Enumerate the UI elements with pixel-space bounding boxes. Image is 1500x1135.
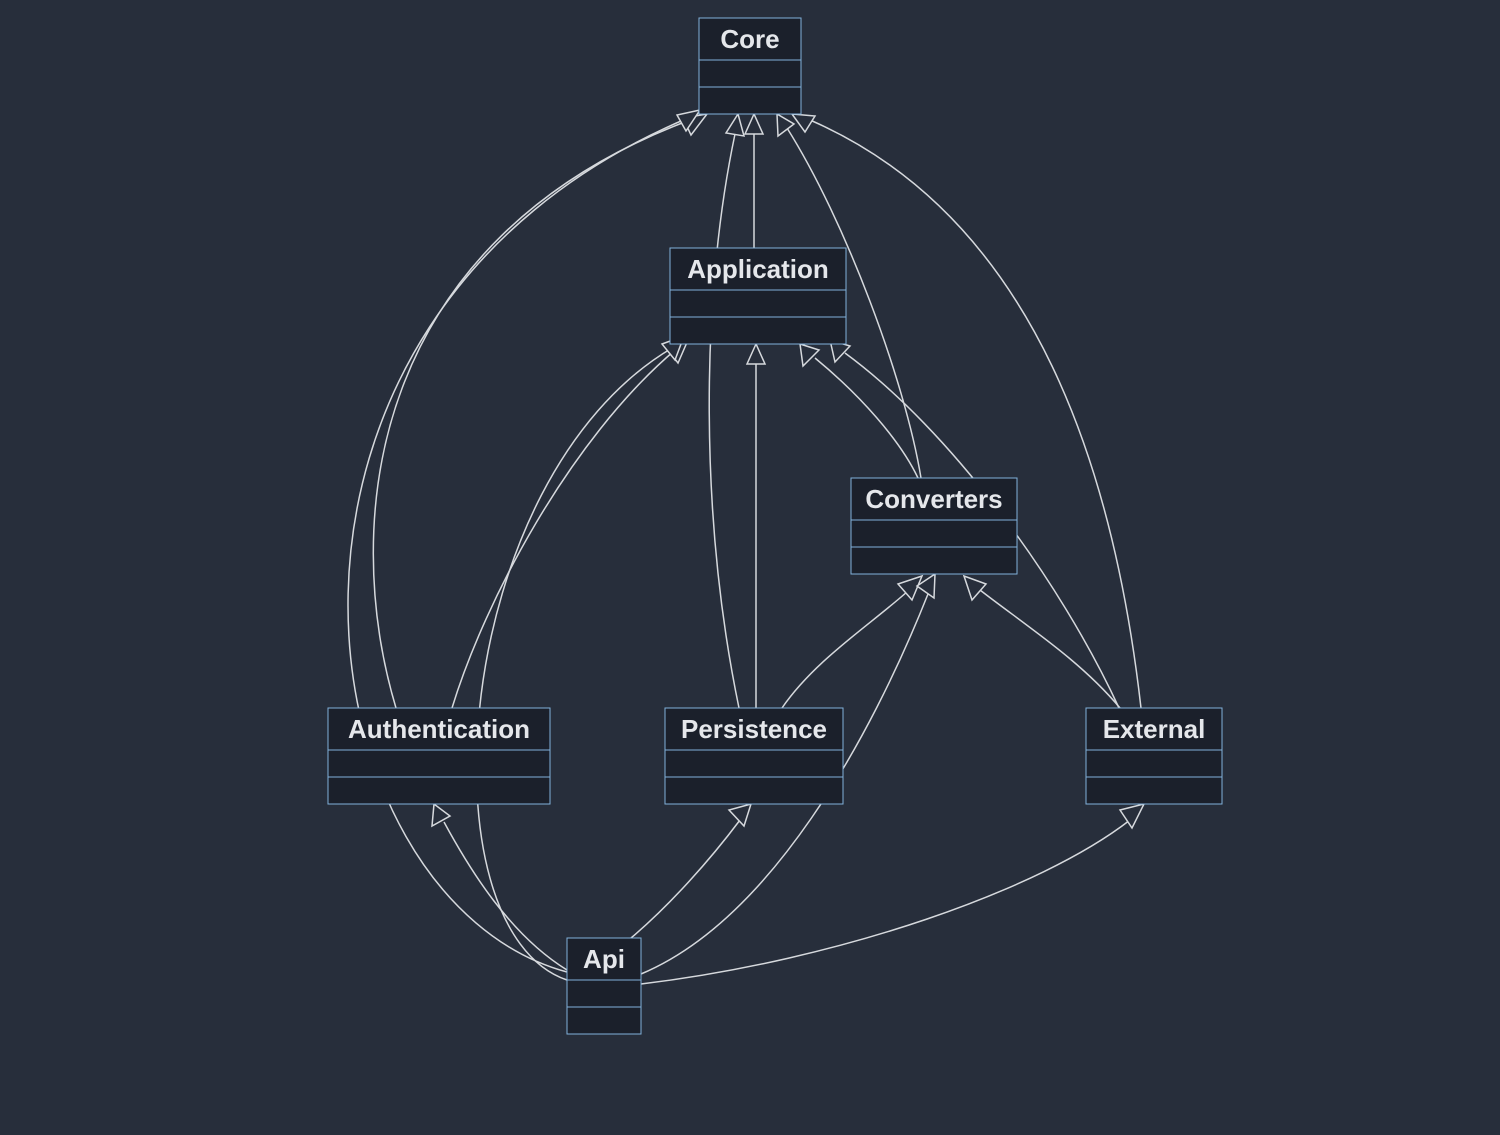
node-authentication-label: Authentication: [348, 714, 530, 744]
node-persistence: Persistence: [665, 708, 843, 804]
arrowhead-icon: [792, 114, 815, 132]
edge-converters-application: [815, 358, 918, 478]
node-api-label: Api: [583, 944, 625, 974]
node-api: Api: [567, 938, 641, 1034]
node-core: Core: [699, 18, 801, 114]
edge-external-converters: [980, 590, 1120, 708]
node-core-label: Core: [720, 24, 779, 54]
node-external: External: [1086, 708, 1222, 804]
edge-authentication-application: [452, 351, 674, 708]
arrowhead-icon: [777, 114, 794, 136]
edge-external-core: [810, 120, 1141, 708]
arrowhead-icon: [745, 114, 763, 134]
arrowhead-icon: [800, 344, 819, 366]
node-converters-label: Converters: [865, 484, 1002, 514]
node-converters: Converters: [851, 478, 1017, 574]
node-application: Application: [670, 248, 846, 344]
node-authentication: Authentication: [328, 708, 550, 804]
node-application-label: Application: [687, 254, 829, 284]
edge-api-external: [641, 820, 1130, 984]
edge-api-application: [476, 348, 672, 980]
arrowhead-icon: [729, 804, 751, 826]
node-external-label: External: [1103, 714, 1206, 744]
edge-persistence-converters: [782, 591, 908, 708]
node-persistence-label: Persistence: [681, 714, 827, 744]
edge-persistence-core: [709, 134, 739, 708]
arrowhead-icon: [432, 804, 450, 826]
arrowhead-icon: [726, 114, 744, 136]
arrowhead-icon: [964, 576, 986, 600]
edge-api-authentication: [444, 822, 567, 970]
arrowhead-icon: [747, 344, 765, 364]
dependency-diagram: Core Application Converters Authenticati…: [0, 0, 1500, 1135]
edge-authentication-core: [373, 120, 690, 708]
